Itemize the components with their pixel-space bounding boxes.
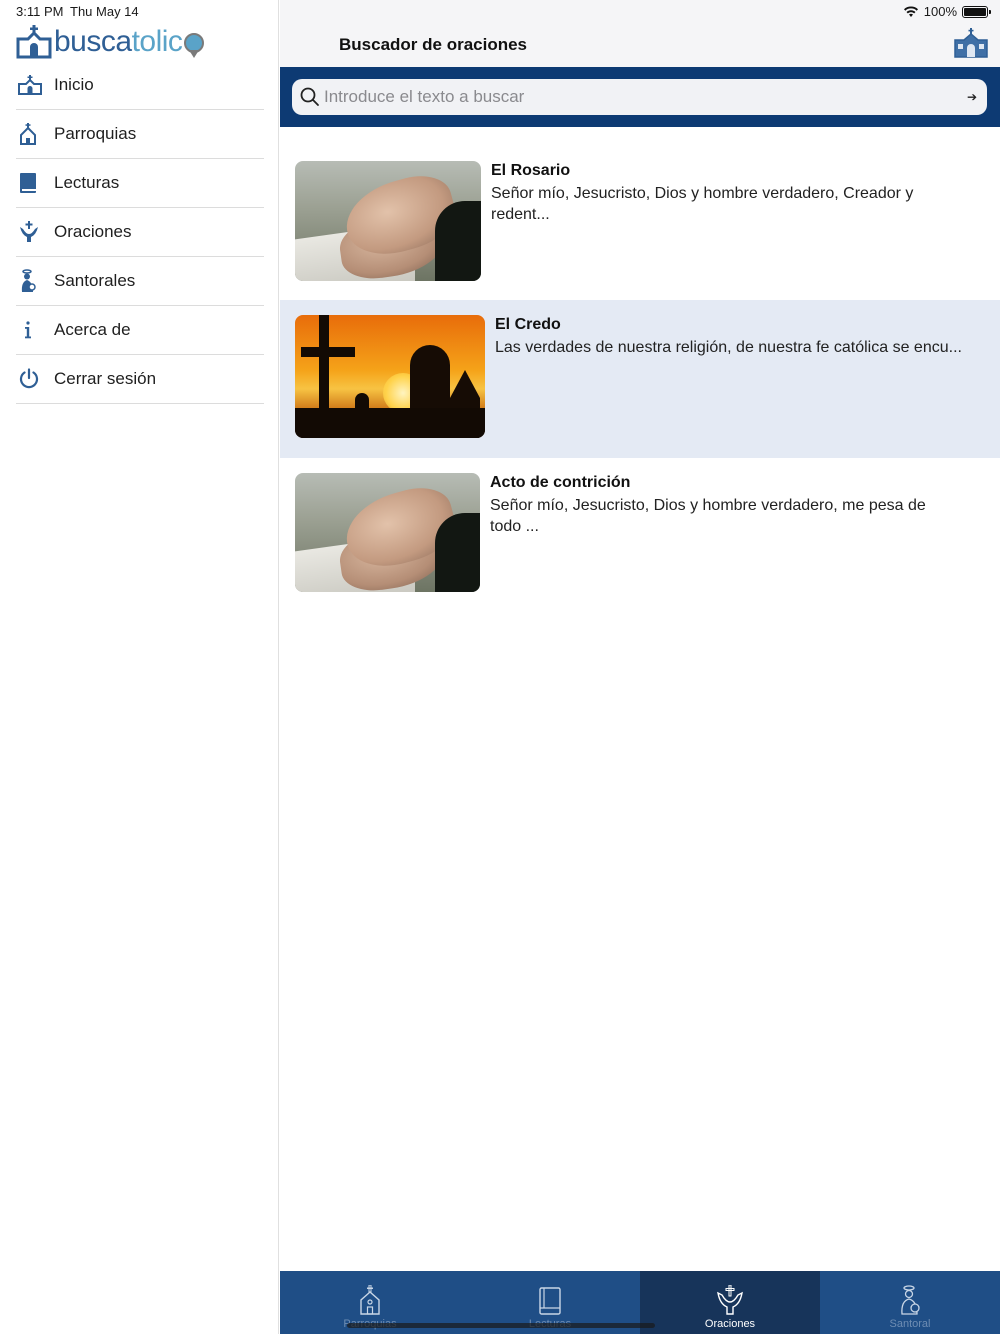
search-input[interactable]	[324, 87, 967, 107]
sidebar-item-acerca[interactable]: Acerca de	[16, 306, 264, 355]
sidebar-item-oraciones[interactable]: Oraciones	[16, 208, 264, 257]
sidebar-item-cerrar-sesion[interactable]: Cerrar sesión	[16, 355, 264, 404]
praying-hands-photo	[295, 161, 481, 281]
search-box: ➔	[292, 79, 987, 115]
sidebar-item-label: Acerca de	[54, 320, 131, 339]
prayer-description: Señor mío, Jesucristo, Dios y hombre ver…	[491, 185, 914, 223]
prayer-list: El Rosario Señor mío, Jesucristo, Dios y…	[280, 146, 1000, 612]
saint-icon	[16, 269, 54, 293]
status-indicators: 100%	[903, 4, 991, 19]
sidebar-item-label: Inicio	[54, 75, 94, 94]
app-logo: buscatolic	[16, 22, 205, 62]
main-content: Buscador de oraciones ➔ El Rosario Señor…	[280, 0, 1000, 1334]
church-icon	[954, 28, 988, 58]
sidebar-item-santorales[interactable]: Santorales	[16, 257, 264, 306]
book-icon	[16, 172, 54, 194]
prayer-description: Las verdades de nuestra religión, de nue…	[495, 339, 962, 356]
info-icon	[16, 320, 54, 340]
sidebar: buscatolic Inicio Parroquias Lecturas Or…	[0, 0, 279, 1334]
search-bar-container: ➔	[280, 67, 1000, 127]
church-logo-icon	[16, 25, 52, 59]
sidebar-item-label: Oraciones	[54, 222, 132, 241]
status-time: 3:11 PM	[16, 4, 64, 19]
tab-label: Oraciones	[704, 1318, 756, 1330]
sidebar-item-inicio[interactable]: Inicio	[16, 61, 264, 110]
sidebar-menu: Inicio Parroquias Lecturas Oraciones San…	[16, 61, 264, 404]
prayer-title: Acto de contrición	[490, 474, 631, 491]
tab-label: Santoral	[889, 1318, 931, 1330]
sidebar-item-label: Parroquias	[54, 124, 137, 143]
battery-percent: 100%	[923, 4, 957, 19]
sidebar-item-parroquias[interactable]: Parroquias	[16, 110, 264, 159]
sidebar-item-label: Santorales	[54, 271, 136, 290]
church-home-button[interactable]	[954, 28, 988, 63]
sidebar-item-label: Lecturas	[54, 173, 120, 192]
praying-hands-photo	[295, 473, 480, 592]
tab-oraciones[interactable]: Oraciones	[640, 1271, 820, 1334]
book-icon	[539, 1287, 561, 1315]
list-item-el-credo[interactable]: El Credo Las verdades de nuestra religió…	[280, 300, 1000, 458]
submit-arrow-icon[interactable]: ➔	[967, 90, 977, 104]
list-item-el-rosario[interactable]: El Rosario Señor mío, Jesucristo, Dios y…	[280, 146, 1000, 300]
list-item-acto-de-contricion[interactable]: Acto de contrición Señor mío, Jesucristo…	[280, 458, 1000, 612]
prayer-description: Señor mío, Jesucristo, Dios y hombre ver…	[490, 497, 926, 535]
sidebar-item-label: Cerrar sesión	[54, 369, 157, 388]
tab-santoral[interactable]: Santoral	[820, 1271, 1000, 1334]
cross-sunset-photo	[295, 315, 485, 438]
search-icon	[300, 87, 320, 107]
parish-icon	[360, 1285, 380, 1315]
battery-icon	[962, 5, 991, 18]
sidebar-item-lecturas[interactable]: Lecturas	[16, 159, 264, 208]
home-indicator[interactable]	[347, 1323, 655, 1328]
location-pin-icon	[184, 33, 205, 58]
parish-icon	[16, 123, 54, 145]
saint-icon	[901, 1285, 920, 1315]
status-bar: 3:11 PM Thu May 14 100%	[0, 0, 1000, 22]
praying-hands-icon	[717, 1285, 743, 1315]
status-date: Thu May 14	[70, 4, 139, 19]
prayer-title: El Credo	[495, 316, 561, 333]
prayer-title: El Rosario	[491, 162, 571, 179]
wifi-icon	[903, 5, 918, 17]
power-icon	[16, 368, 54, 390]
tab-bar: Parroquias Lecturas Oraciones Santoral	[280, 1271, 1000, 1334]
page-title: Buscador de oraciones	[339, 35, 528, 54]
logo-text: buscatolic	[54, 25, 183, 58]
praying-hands-icon	[16, 221, 54, 243]
church-icon	[16, 75, 54, 95]
